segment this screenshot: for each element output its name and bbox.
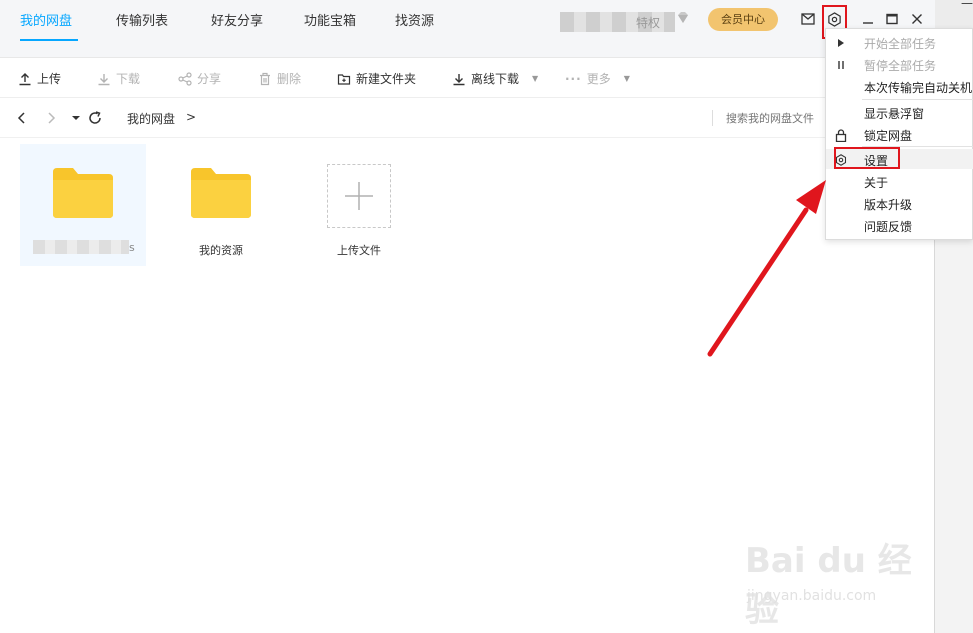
trash-icon bbox=[260, 72, 270, 85]
new-folder-icon bbox=[337, 73, 351, 85]
history-dropdown-icon[interactable] bbox=[68, 110, 84, 126]
breadcrumb-separator: > bbox=[186, 110, 197, 124]
new-folder-label: 新建文件夹 bbox=[356, 72, 417, 86]
upload-label: 上传 bbox=[37, 72, 62, 86]
plus-icon bbox=[345, 182, 373, 210]
watermark-brand: Bai du 经验 bbox=[745, 541, 912, 630]
tab-my-netdisk[interactable]: 我的网盘 bbox=[20, 10, 72, 29]
menu-item-about[interactable]: 关于 bbox=[864, 174, 888, 191]
settings-dropdown-menu: 开始全部任务 暂停全部任务 本次传输完自动关机 显示悬浮窗 锁定网盘 设置 关于… bbox=[825, 28, 973, 240]
share-button[interactable]: 分享 bbox=[178, 70, 221, 87]
menu-item-floating-window[interactable]: 显示悬浮窗 bbox=[864, 105, 924, 122]
menu-separator bbox=[862, 99, 973, 100]
offline-download-button[interactable]: 离线下载 ▼ bbox=[452, 70, 538, 87]
menu-item-start-all[interactable]: 开始全部任务 bbox=[864, 35, 936, 52]
pause-icon bbox=[834, 58, 848, 72]
forward-icon[interactable] bbox=[43, 110, 59, 126]
user-privilege-label: 特权 bbox=[636, 16, 661, 30]
maximize-icon[interactable] bbox=[882, 9, 902, 29]
background-window-panel bbox=[935, 240, 973, 633]
navigation-bar: 我的网盘 > bbox=[0, 98, 935, 138]
refresh-icon[interactable] bbox=[87, 110, 103, 126]
upload-button[interactable]: 上传 bbox=[18, 70, 61, 87]
tab-transfer-list[interactable]: 传输列表 bbox=[116, 10, 168, 29]
upload-file-label: 上传文件 bbox=[337, 244, 381, 257]
offline-download-icon bbox=[453, 73, 465, 85]
diamond-icon[interactable] bbox=[675, 10, 691, 26]
folder-icon bbox=[53, 168, 113, 218]
file-item-folder[interactable]: s bbox=[20, 144, 146, 266]
share-icon bbox=[178, 71, 192, 86]
tab-toolbox[interactable]: 功能宝箱 bbox=[304, 10, 356, 29]
menu-item-pause-all[interactable]: 暂停全部任务 bbox=[864, 57, 936, 74]
back-icon[interactable] bbox=[14, 110, 30, 126]
more-label: 更多 bbox=[586, 72, 611, 86]
new-folder-button[interactable]: 新建文件夹 bbox=[337, 70, 416, 87]
settings-highlight-box bbox=[834, 147, 900, 169]
tab-friend-share[interactable]: 好友分享 bbox=[211, 10, 263, 29]
menu-item-auto-shutdown[interactable]: 本次传输完自动关机 bbox=[864, 79, 972, 96]
menu-item-feedback[interactable]: 问题反馈 bbox=[864, 218, 912, 235]
download-button[interactable]: 下载 bbox=[97, 70, 140, 87]
background-window-control: — bbox=[961, 0, 973, 10]
close-icon[interactable] bbox=[907, 9, 927, 29]
more-dots-icon: ··· bbox=[565, 71, 582, 86]
caret-down-icon: ▼ bbox=[623, 74, 630, 83]
title-bar: 我的网盘 传输列表 好友分享 功能宝箱 找资源 特权 会员中心 bbox=[0, 0, 935, 58]
breadcrumb[interactable]: 我的网盘 bbox=[127, 110, 175, 127]
share-label: 分享 bbox=[197, 72, 222, 86]
play-icon bbox=[834, 36, 848, 50]
lock-icon bbox=[834, 128, 848, 142]
upload-icon bbox=[19, 72, 31, 85]
folder-icon bbox=[191, 168, 251, 218]
tab-find-resources[interactable]: 找资源 bbox=[395, 10, 434, 29]
download-icon bbox=[98, 73, 110, 85]
toolbar: 上传 下载 分享 删除 新建文件夹 离线下载 ▼ ··· 更多 ▼ bbox=[0, 58, 935, 98]
minimize-icon[interactable] bbox=[858, 9, 878, 29]
file-item-folder[interactable]: 我的资源 bbox=[158, 144, 284, 266]
upload-file-tile[interactable] bbox=[327, 164, 391, 228]
delete-label: 删除 bbox=[277, 72, 302, 86]
search-input[interactable] bbox=[726, 108, 831, 128]
mail-icon[interactable] bbox=[798, 9, 818, 29]
menu-item-upgrade[interactable]: 版本升级 bbox=[864, 196, 912, 213]
folder-name: 我的资源 bbox=[199, 244, 243, 257]
folder-name-suffix: s bbox=[129, 241, 135, 254]
active-tab-indicator bbox=[20, 39, 78, 41]
search-divider bbox=[712, 110, 713, 126]
vip-center-button[interactable]: 会员中心 bbox=[708, 8, 778, 31]
caret-down-icon: ▼ bbox=[532, 74, 539, 83]
delete-button[interactable]: 删除 bbox=[258, 70, 301, 87]
offline-download-label: 离线下载 bbox=[471, 72, 520, 86]
baidu-jingyan-watermark: Bai du 经验 jingyan.baidu.com bbox=[745, 533, 925, 630]
more-button[interactable]: ··· 更多 ▼ bbox=[565, 70, 630, 87]
menu-item-lock-netdisk[interactable]: 锁定网盘 bbox=[864, 127, 912, 144]
download-label: 下载 bbox=[116, 72, 141, 86]
blurred-folder-name bbox=[33, 240, 129, 254]
watermark-url: jingyan.baidu.com bbox=[747, 588, 877, 604]
